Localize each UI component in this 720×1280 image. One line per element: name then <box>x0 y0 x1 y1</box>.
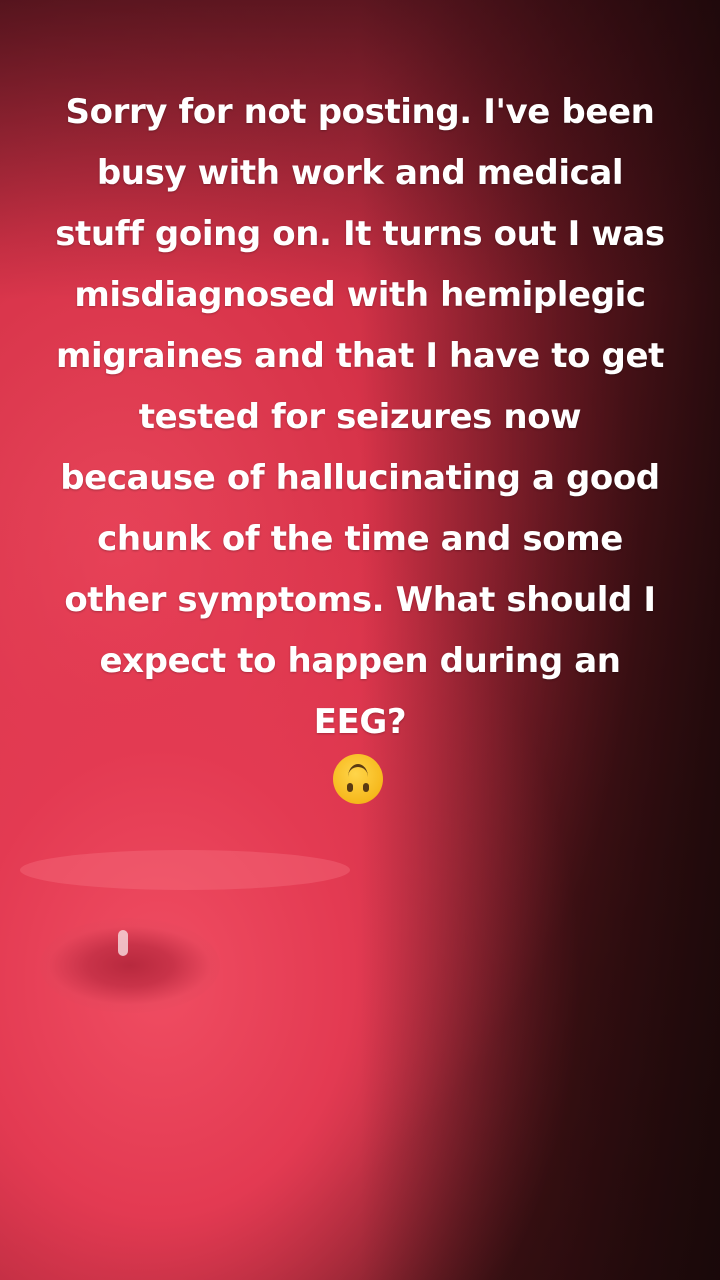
caption-line: expect to happen during an <box>99 641 621 681</box>
upside-down-face-icon <box>333 754 383 804</box>
caption-line: stuff going on. It turns out I was <box>55 214 665 254</box>
background-brow <box>20 850 350 890</box>
caption-line: EEG? <box>313 702 407 742</box>
background-eye <box>40 918 220 1013</box>
caption-line: busy with work and medical <box>96 153 624 193</box>
caption-line: Sorry for not posting. I've been <box>65 92 655 132</box>
emoji-eye-left <box>347 783 353 792</box>
emoji-mouth <box>348 764 368 777</box>
caption-line: other symptoms. What should I <box>64 580 656 620</box>
caption-line: chunk of the time and some <box>97 519 623 559</box>
caption-line: misdiagnosed with hemiplegic <box>74 275 646 315</box>
caption-line: migraines and that I have to get <box>56 336 664 376</box>
video-frame[interactable]: Sorry for not posting. I've been busy wi… <box>0 0 720 1280</box>
caption-line: tested for seizures now <box>138 397 582 437</box>
caption-text: Sorry for not posting. I've been busy wi… <box>30 82 690 753</box>
caption-line: because of hallucinating a good <box>60 458 660 498</box>
emoji-eye-right <box>363 783 369 792</box>
background-eye-glint <box>118 930 128 956</box>
